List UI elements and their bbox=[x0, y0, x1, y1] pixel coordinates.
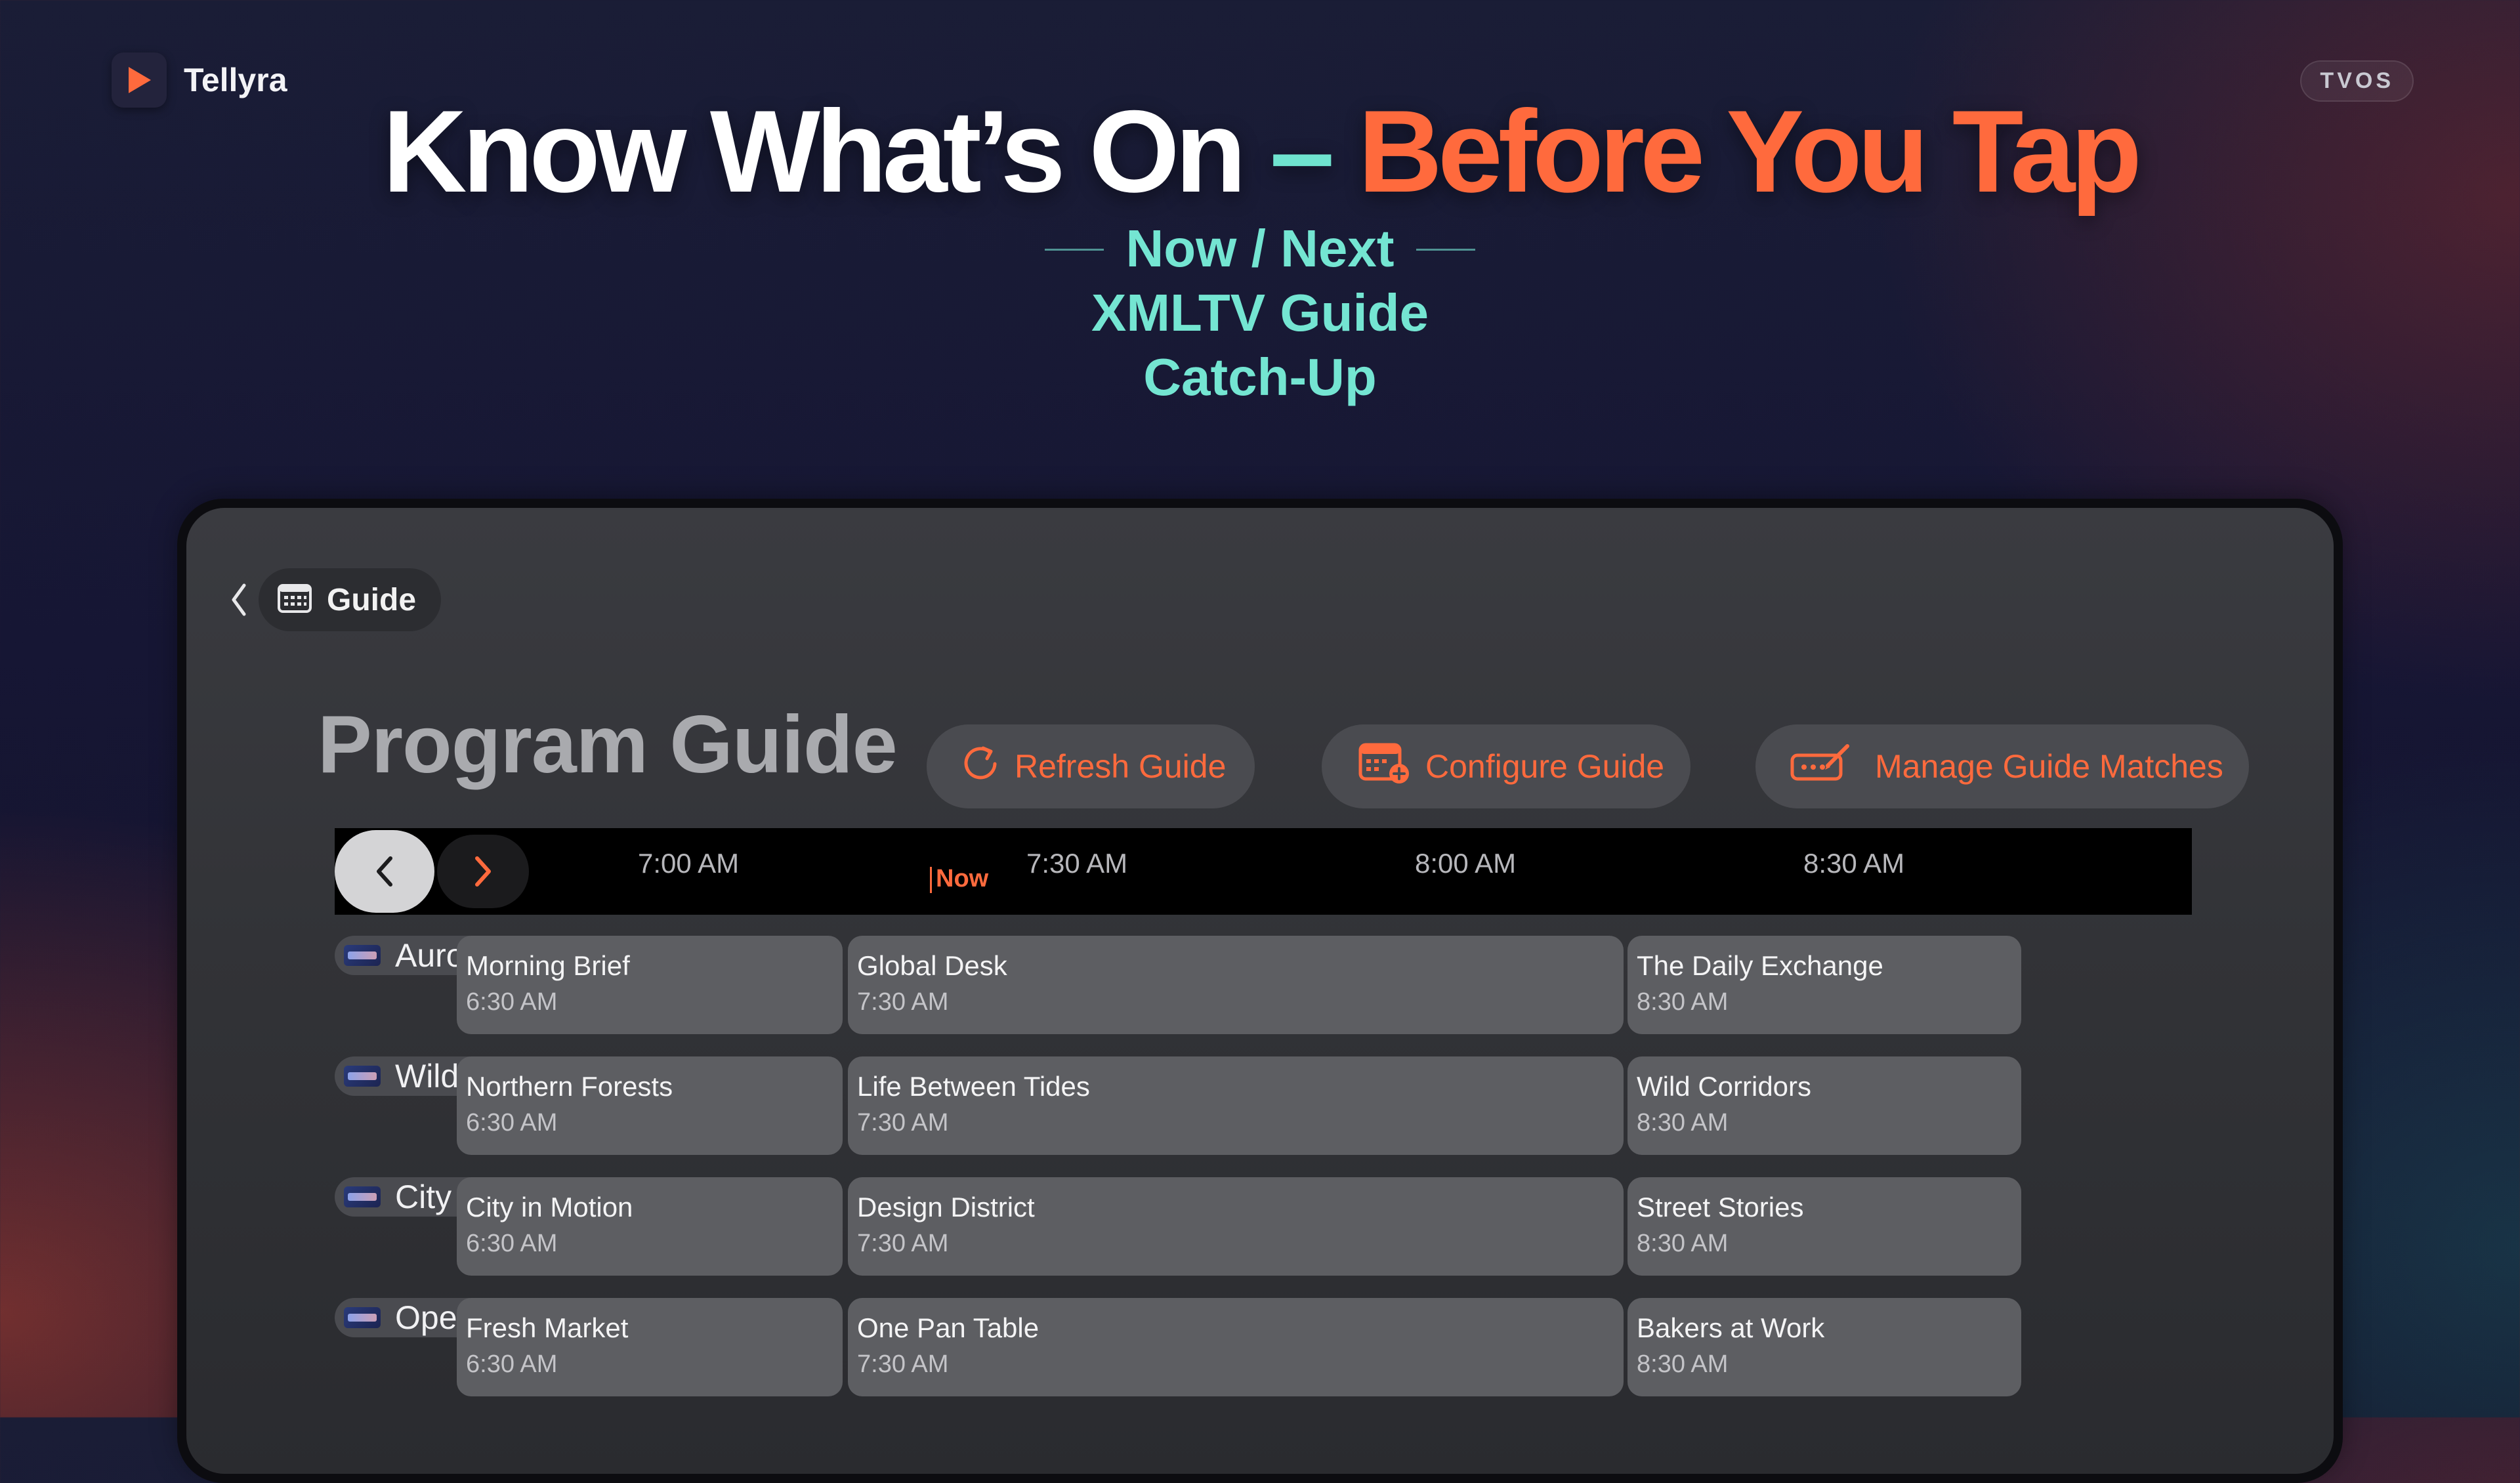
channel-logo-icon bbox=[344, 1186, 381, 1207]
time-tick: 8:30 AM bbox=[1803, 848, 1905, 879]
program-cell[interactable]: Wild Corridors 8:30 AM bbox=[1628, 1056, 2021, 1155]
program-cell[interactable]: Global Desk 7:30 AM bbox=[848, 936, 1624, 1034]
timeline-prev-button[interactable] bbox=[335, 830, 434, 913]
program-title: One Pan Table bbox=[857, 1312, 1040, 1343]
now-line bbox=[930, 867, 932, 893]
program-title: Morning Brief bbox=[466, 950, 630, 981]
program-title: Design District bbox=[857, 1192, 1035, 1222]
program-time: 8:30 AM bbox=[1637, 1230, 1729, 1257]
feature-item: Now / Next bbox=[0, 217, 2520, 281]
program-title: Global Desk bbox=[857, 950, 1007, 981]
configure-guide-button[interactable]: Configure Guide bbox=[1322, 724, 1690, 808]
back-to-guide-button[interactable]: Guide bbox=[259, 568, 442, 631]
time-tick: 7:30 AM bbox=[1026, 848, 1128, 879]
chevron-left-icon bbox=[377, 856, 392, 887]
calendar-add-icon bbox=[1358, 741, 1411, 792]
refresh-icon bbox=[961, 743, 1000, 790]
program-time: 8:30 AM bbox=[1637, 1109, 1729, 1137]
page-title: Program Guide bbox=[318, 700, 898, 790]
program-time: 6:30 AM bbox=[466, 1230, 558, 1257]
channel-logo-icon bbox=[344, 1307, 381, 1328]
program-cell[interactable]: Design District 7:30 AM bbox=[848, 1177, 1624, 1276]
time-tick: 8:00 AM bbox=[1415, 848, 1517, 879]
program-title: Life Between Tides bbox=[857, 1071, 1090, 1102]
program-cell[interactable]: One Pan Table 7:30 AM bbox=[848, 1298, 1624, 1396]
program-title: The Daily Exchange bbox=[1637, 950, 1883, 981]
channel-logo-icon bbox=[344, 945, 381, 966]
headline-part1: Know What’s On bbox=[382, 86, 1246, 217]
program-cell[interactable]: Street Stories 8:30 AM bbox=[1628, 1177, 2021, 1276]
program-title: Fresh Market bbox=[466, 1312, 629, 1343]
headline-dash: – bbox=[1269, 86, 1335, 217]
guide-screen: Guide Program Guide Refresh Guide Config… bbox=[186, 508, 2334, 1474]
channel-logo-icon bbox=[344, 1066, 381, 1087]
feature-list: Now / Next XMLTV Guide Catch-Up bbox=[0, 217, 2520, 409]
divider bbox=[1416, 249, 1476, 251]
program-time: 7:30 AM bbox=[857, 988, 949, 1016]
manage-guide-matches-label: Manage Guide Matches bbox=[1875, 748, 2223, 785]
channel-row: Wild Earth Northern Forests 6:30 AM Life… bbox=[335, 1056, 2192, 1155]
program-time: 6:30 AM bbox=[466, 1109, 558, 1137]
channel-row: City Pulse City in Motion 6:30 AM Design… bbox=[335, 1177, 2192, 1276]
program-cell[interactable]: City in Motion 6:30 AM bbox=[457, 1177, 843, 1276]
feature-item: XMLTV Guide bbox=[1091, 283, 1429, 342]
channel-row: Aurora News Morning Brief 6:30 AM Global… bbox=[335, 936, 2192, 1034]
divider bbox=[1044, 249, 1104, 251]
program-cell[interactable]: Morning Brief 6:30 AM bbox=[457, 936, 843, 1034]
program-title: Street Stories bbox=[1637, 1192, 1804, 1222]
timeline-next-button[interactable] bbox=[437, 835, 529, 908]
feature-label: Now / Next bbox=[1125, 219, 1395, 278]
edit-match-icon bbox=[1790, 742, 1853, 791]
now-indicator: Now bbox=[930, 865, 988, 893]
time-tick: 7:00 AM bbox=[638, 848, 740, 879]
program-cell[interactable]: Bakers at Work 8:30 AM bbox=[1628, 1298, 2021, 1396]
now-label: Now bbox=[936, 865, 989, 892]
calendar-grid-icon bbox=[277, 583, 312, 617]
program-time: 8:30 AM bbox=[1637, 1350, 1729, 1378]
program-title: Wild Corridors bbox=[1637, 1071, 1812, 1102]
program-cell[interactable]: Northern Forests 6:30 AM bbox=[457, 1056, 843, 1155]
program-cell[interactable]: Fresh Market 6:30 AM bbox=[457, 1298, 843, 1396]
program-cell[interactable]: Life Between Tides 7:30 AM bbox=[848, 1056, 1624, 1155]
program-time: 8:30 AM bbox=[1637, 988, 1729, 1016]
back-button-label: Guide bbox=[327, 582, 417, 617]
chevron-right-icon bbox=[475, 856, 491, 887]
chevron-left-icon[interactable] bbox=[226, 581, 252, 618]
manage-guide-matches-button[interactable]: Manage Guide Matches bbox=[1755, 724, 2249, 808]
refresh-guide-label: Refresh Guide bbox=[1015, 748, 1227, 785]
headline: Know What’s On – Before You Tap bbox=[0, 84, 2520, 219]
configure-guide-label: Configure Guide bbox=[1425, 748, 1665, 785]
refresh-guide-button[interactable]: Refresh Guide bbox=[927, 724, 1255, 808]
tv-frame: Guide Program Guide Refresh Guide Config… bbox=[177, 499, 2343, 1483]
program-time: 7:30 AM bbox=[857, 1230, 949, 1257]
program-time: 7:30 AM bbox=[857, 1109, 949, 1137]
program-cell[interactable]: The Daily Exchange 8:30 AM bbox=[1628, 936, 2021, 1034]
program-title: Northern Forests bbox=[466, 1071, 673, 1102]
headline-part2: Before You Tap bbox=[1358, 86, 2142, 217]
timeline-header: 7:00 AM Now 7:30 AM 8:00 AM 8:30 AM bbox=[335, 828, 2192, 915]
feature-item: Catch-Up bbox=[1143, 348, 1377, 406]
program-title: Bakers at Work bbox=[1637, 1312, 1825, 1343]
channel-row: Open Kitchen Fresh Market 6:30 AM One Pa… bbox=[335, 1298, 2192, 1396]
program-title: City in Motion bbox=[466, 1192, 633, 1222]
program-time: 6:30 AM bbox=[466, 988, 558, 1016]
program-time: 6:30 AM bbox=[466, 1350, 558, 1378]
program-time: 7:30 AM bbox=[857, 1350, 949, 1378]
